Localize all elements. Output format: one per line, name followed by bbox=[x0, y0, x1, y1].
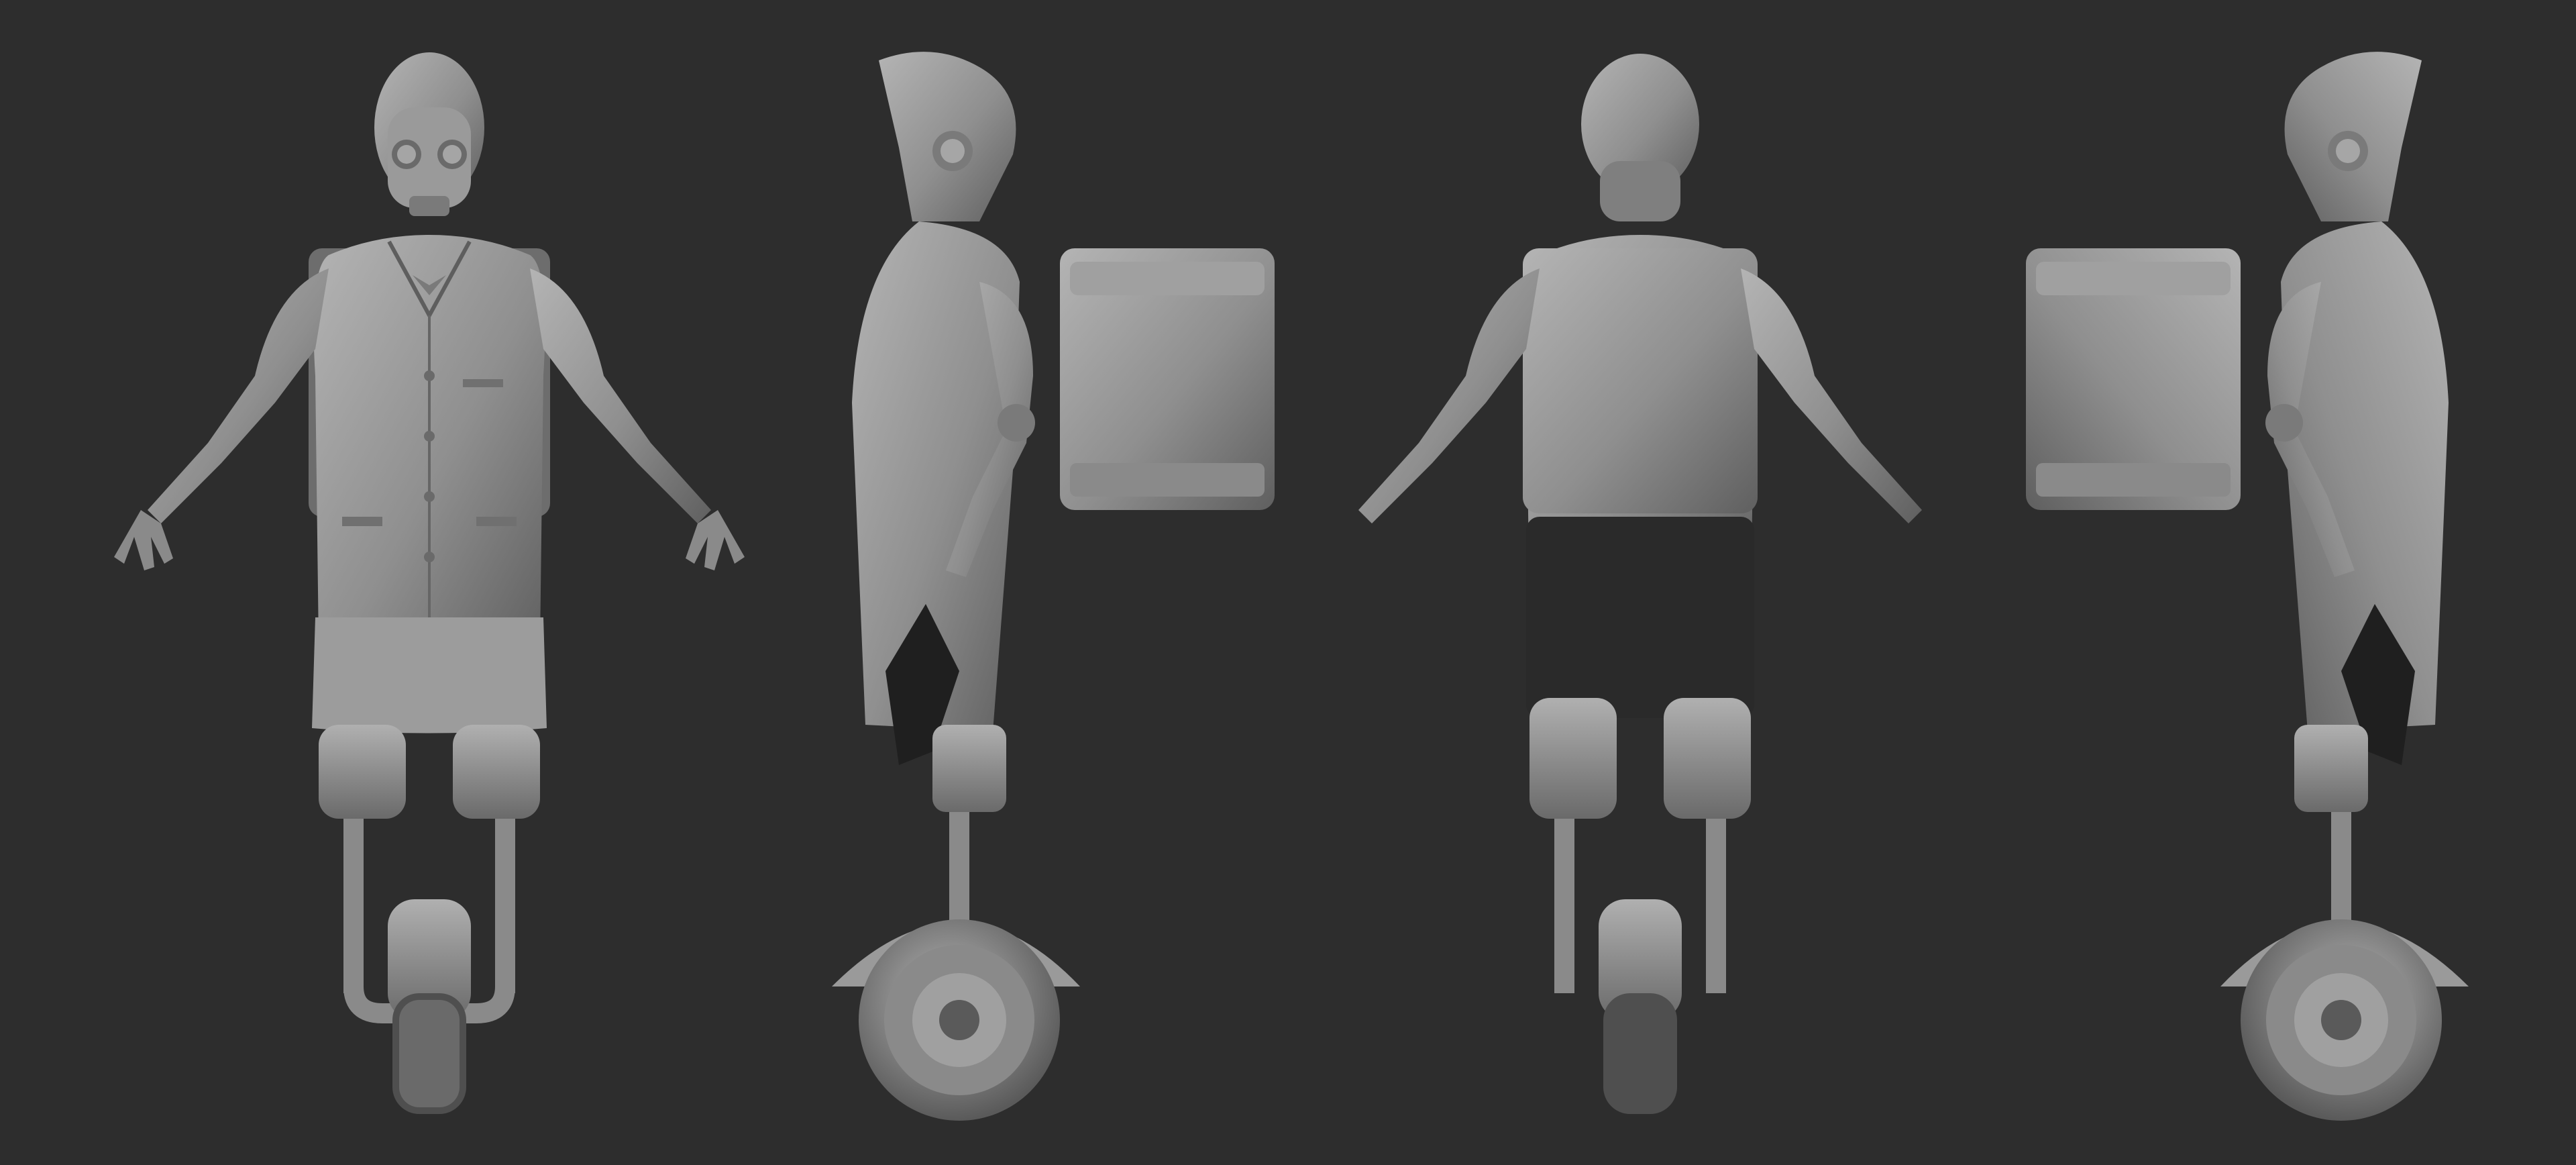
head bbox=[1581, 54, 1699, 221]
side-view-right bbox=[2026, 52, 2469, 1121]
front-view bbox=[114, 52, 745, 1114]
back-view bbox=[1358, 54, 1922, 1114]
torso bbox=[313, 235, 545, 658]
head bbox=[2284, 52, 2422, 221]
wheel bbox=[832, 919, 1080, 1121]
wheel bbox=[388, 899, 471, 1114]
turnaround-render bbox=[114, 52, 2469, 1121]
wheel bbox=[1599, 899, 1682, 1114]
shorts bbox=[1526, 517, 1754, 718]
side-view-left bbox=[832, 52, 1275, 1121]
head bbox=[374, 52, 484, 216]
wheel bbox=[2220, 919, 2469, 1121]
head bbox=[879, 52, 1016, 221]
backpack bbox=[1523, 248, 1758, 513]
apron bbox=[312, 617, 547, 733]
